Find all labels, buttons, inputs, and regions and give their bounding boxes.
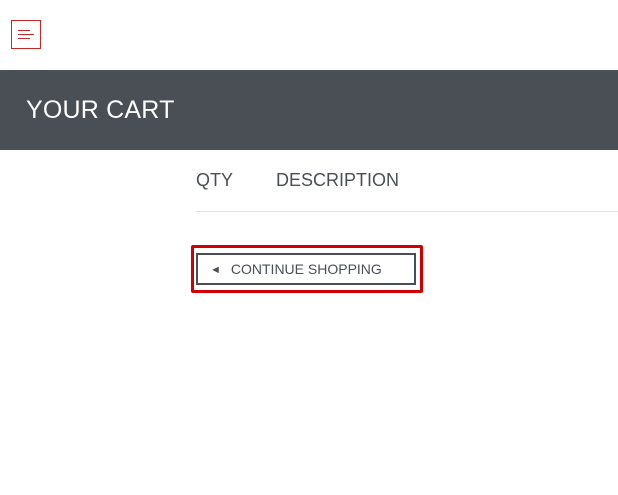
cart-page: YOUR CART QTY DESCRIPTION ◄ CONTINUE SHOP… [0,0,618,495]
table-divider [196,211,618,212]
page-title: YOUR CART [26,96,175,124]
continue-shopping-label: CONTINUE SHOPPING [230,261,382,277]
cart-table-header: QTY DESCRIPTION [196,170,618,190]
menu-button[interactable] [11,20,41,49]
continue-shopping-button[interactable]: ◄ CONTINUE SHOPPING [196,253,416,285]
column-header-qty: QTY [196,170,234,190]
header-bar: YOUR CART [0,70,618,150]
left-arrow-icon: ◄ [210,264,221,276]
column-header-description: DESCRIPTION [276,170,400,190]
